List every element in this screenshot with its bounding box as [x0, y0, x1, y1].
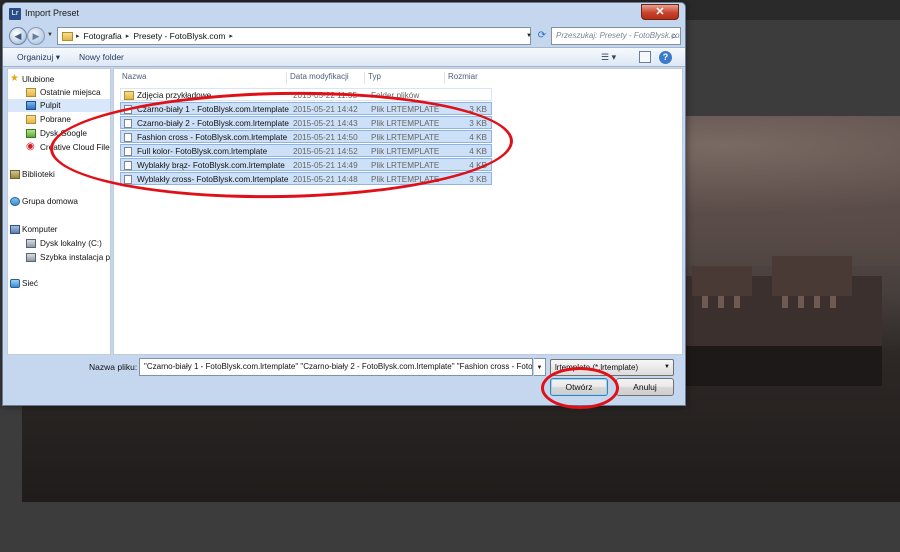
window-title: Import Preset [25, 8, 80, 18]
navigation-pane: ★ Ulubione Ostatnie miejsca Pulpit Pobra… [7, 68, 111, 355]
column-header-date[interactable]: Data modyfikacji [286, 72, 349, 84]
nav-item-network[interactable]: Sieć [8, 277, 110, 290]
network-icon [10, 279, 20, 288]
drive-icon [26, 239, 36, 248]
new-folder-button[interactable]: Nowy folder [79, 52, 124, 62]
nav-item-quick-install[interactable]: Szybka instalacja pal [8, 251, 111, 264]
nav-item-label: Ostatnie miejsca [40, 88, 101, 97]
folder-icon [62, 31, 73, 41]
search-icon: ⌕ [671, 31, 677, 42]
view-options-icon[interactable]: ☰ ▾ [601, 52, 616, 63]
address-row: ◀ ▶ ▼ ▸ Fotografia ▸ Presety - FotoBlysk… [3, 25, 685, 47]
nav-item-label: Pobrane [40, 115, 71, 124]
chevron-down-icon: ▼ [664, 364, 670, 370]
breadcrumb-presety[interactable]: Presety - FotoBlysk.com [133, 31, 225, 41]
nav-item-favorites[interactable]: ★ Ulubione [8, 73, 110, 86]
nav-item-label: Biblioteki [22, 170, 55, 179]
breadcrumb-separator-icon[interactable]: ▸ [76, 32, 80, 40]
creative-cloud-icon: ◉ [26, 141, 35, 152]
filename-label: Nazwa pliku: [89, 362, 138, 372]
forward-button[interactable]: ▶ [27, 27, 45, 45]
command-bar: Organizuj ▾ Nowy folder ☰ ▾ ? [3, 47, 685, 67]
organize-button[interactable]: Organizuj ▾ [17, 52, 60, 63]
library-icon [10, 170, 20, 179]
nav-item-homegroup[interactable]: Grupa domowa [8, 195, 110, 208]
nav-item-desktop[interactable]: Pulpit [8, 99, 110, 112]
desktop-icon [26, 101, 36, 110]
address-bar[interactable]: ▸ Fotografia ▸ Presety - FotoBlysk.com ▸ [57, 27, 531, 45]
nav-item-label: Szybka instalacja pal [40, 253, 111, 262]
nav-item-label: Dysk lokalny (C:) [40, 239, 102, 248]
drive-icon [26, 253, 36, 262]
column-header-type[interactable]: Typ [364, 72, 381, 84]
download-icon [26, 115, 36, 124]
chevron-down-icon[interactable]: ▼ [534, 358, 546, 376]
column-header-size[interactable]: Rozmiar [444, 72, 478, 84]
computer-icon [10, 225, 20, 234]
nav-item-local-disk[interactable]: Dysk lokalny (C:) [8, 237, 110, 250]
photo-palace-silhouette [682, 256, 882, 386]
close-button[interactable]: ✕ [641, 4, 679, 20]
folder-icon [124, 91, 134, 100]
nav-item-label: Komputer [22, 225, 58, 234]
title-bar[interactable]: Lr Import Preset ✕ [3, 3, 685, 25]
preview-pane-icon[interactable] [639, 51, 651, 63]
file-size: 3 KB [469, 175, 487, 184]
nav-item-label: Ulubione [22, 75, 55, 84]
recent-places-icon [26, 88, 36, 97]
nav-item-label: Sieć [22, 279, 38, 288]
breadcrumb-fotografia[interactable]: Fotografia [84, 31, 122, 41]
back-button[interactable]: ◀ [9, 27, 27, 45]
breadcrumb-separator-icon[interactable]: ▸ [229, 32, 233, 40]
lightroom-icon: Lr [9, 8, 21, 20]
annotation-ellipse-open-button [541, 367, 619, 409]
filename-field[interactable]: "Czarno-biały 1 - FotoBlysk.com.lrtempla… [139, 358, 533, 376]
cancel-button[interactable]: Anuluj [616, 378, 674, 396]
recent-locations-dropdown-icon[interactable]: ▼ [47, 32, 53, 38]
star-icon: ★ [10, 73, 19, 84]
nav-item-computer[interactable]: Komputer [8, 223, 110, 236]
search-placeholder: Przeszukaj: Presety - FotoBlysk.com [556, 31, 681, 40]
breadcrumb-separator-icon[interactable]: ▸ [126, 32, 130, 40]
nav-item-label: Pulpit [40, 101, 61, 110]
column-header-name[interactable]: Nazwa [122, 72, 146, 81]
search-input[interactable]: Przeszukaj: Presety - FotoBlysk.com ⌕ [551, 27, 681, 45]
help-icon[interactable]: ? [659, 51, 672, 64]
homegroup-icon [10, 197, 20, 206]
nav-item-recent-places[interactable]: Ostatnie miejsca [8, 86, 110, 99]
import-preset-dialog: Lr Import Preset ✕ ◀ ▶ ▼ ▸ Fotografia ▸ … [2, 2, 686, 406]
refresh-icon[interactable]: ⟳ [535, 27, 549, 45]
google-drive-icon [26, 129, 36, 138]
nav-item-label: Grupa domowa [22, 197, 78, 206]
address-dropdown-icon[interactable]: ▼ [523, 27, 535, 45]
